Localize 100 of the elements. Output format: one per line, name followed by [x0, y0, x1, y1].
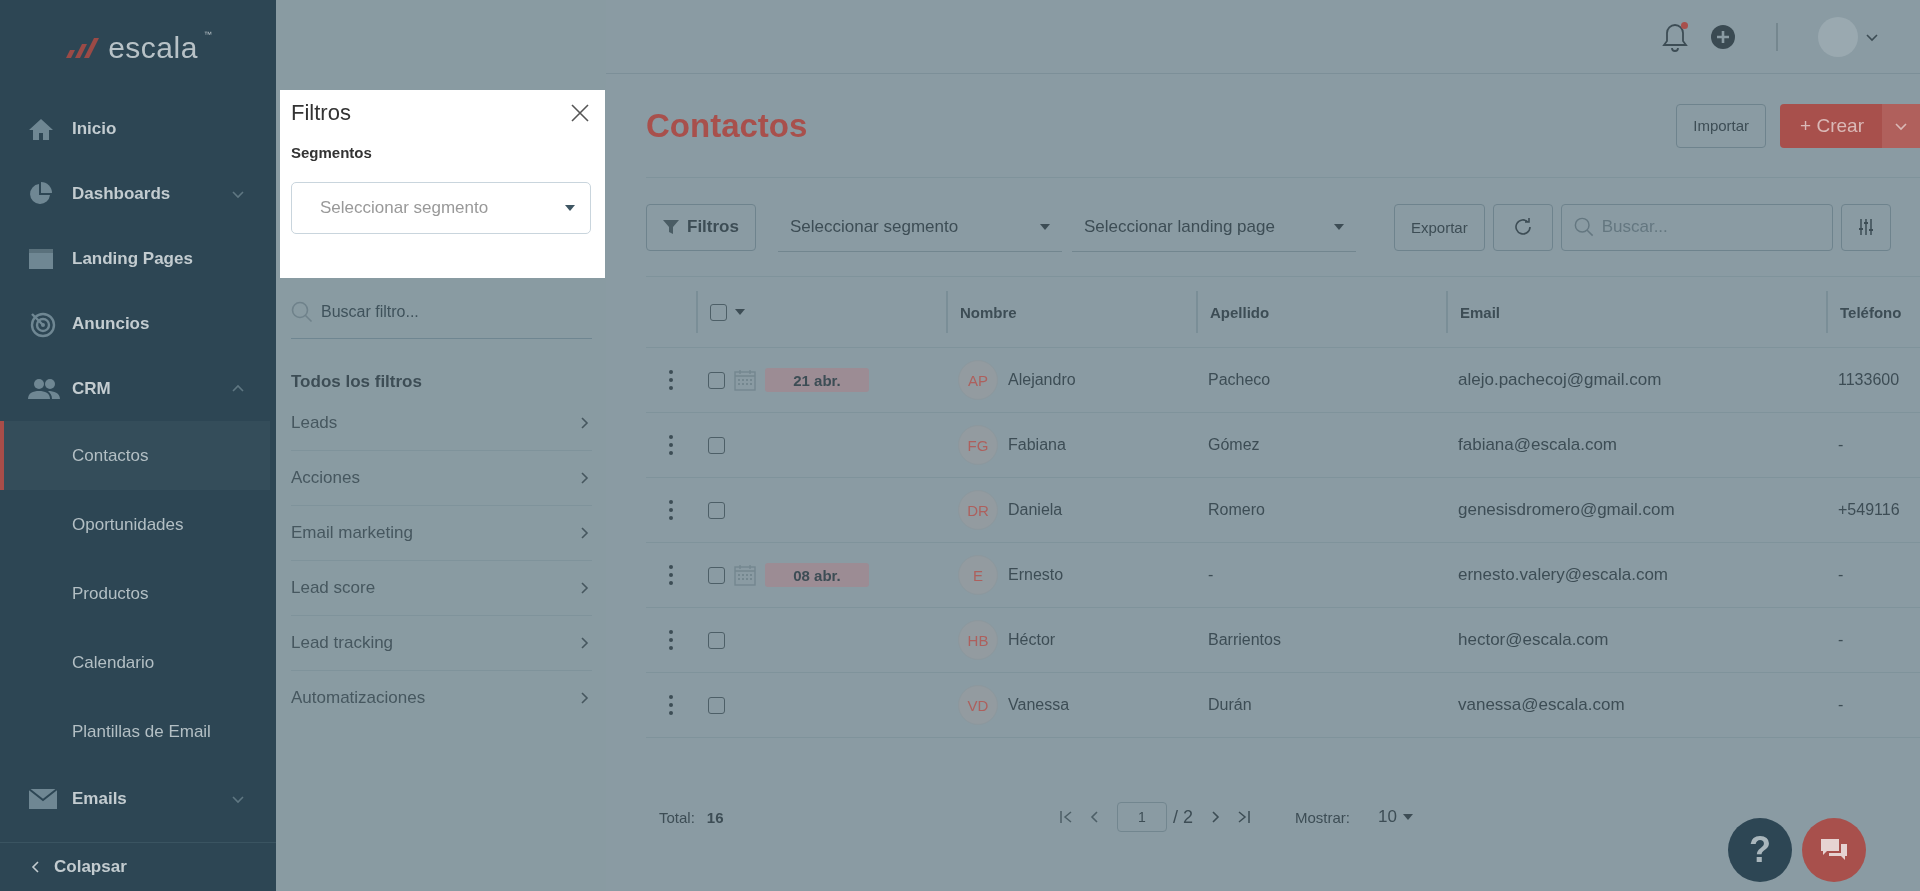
table-cell: - [1208, 566, 1214, 583]
search-icon [291, 301, 313, 323]
table-cell: 1133600 [1838, 371, 1900, 388]
more-options-icon[interactable] [668, 564, 674, 586]
table-cell: Ernesto [1008, 566, 1064, 584]
table-cell: Héctor [1008, 631, 1056, 649]
bell-icon[interactable] [1662, 21, 1688, 52]
home-icon [28, 116, 54, 141]
more-options-icon[interactable] [668, 694, 674, 716]
refresh-button[interactable] [1492, 203, 1553, 251]
refresh-icon [1512, 217, 1533, 237]
first-page-icon[interactable] [1059, 810, 1073, 824]
sidebar-subitem[interactable]: Oportunidades [0, 490, 270, 559]
page-size-label: Mostrar: [1295, 808, 1351, 826]
close-button[interactable] [569, 102, 591, 124]
total-count: 16 [706, 808, 724, 826]
checkbox[interactable] [708, 696, 725, 714]
import-button[interactable]: Importar [1676, 103, 1767, 148]
sidebar-subitem[interactable]: Calendario [0, 628, 270, 697]
checkbox[interactable] [708, 371, 725, 389]
sidebar-subitem[interactable]: Contactos [0, 421, 270, 490]
date-badge: 21 abr. [765, 368, 869, 392]
segment-dropdown[interactable]: Seleccionar segmento [291, 182, 591, 234]
column-header[interactable]: Apellido [1210, 303, 1270, 321]
total-label: Total: [659, 808, 695, 826]
search-field[interactable]: Buscar filtro... [291, 286, 592, 339]
sidebar-subitem[interactable]: Productos [0, 559, 270, 628]
table-cell: Alejandro [1008, 371, 1076, 389]
checkbox[interactable] [708, 436, 725, 454]
avatar-initials: DR [958, 490, 998, 530]
more-options-icon[interactable] [668, 434, 674, 456]
export-button[interactable]: Exportar [1393, 203, 1485, 251]
sidebar-item[interactable]: Anuncios [0, 291, 276, 356]
sidebar-item[interactable]: Emails [0, 766, 276, 831]
caret-icon [1039, 223, 1050, 230]
avatar-initials: AP [958, 360, 998, 400]
people-icon [28, 377, 60, 400]
table-cell: Gómez [1208, 436, 1260, 453]
caret-icon [1333, 223, 1344, 230]
filter-category[interactable]: Email marketing [291, 506, 592, 561]
table-cell: Barrientos [1208, 631, 1281, 648]
table-cell: Daniela [1008, 501, 1063, 519]
checkbox[interactable] [710, 303, 727, 321]
caret-icon [1402, 814, 1413, 820]
table-cell: alejo.pachecoj@gmail.com [1458, 370, 1662, 389]
filter-category[interactable]: Automatizaciones [291, 671, 592, 725]
avatar-initials: VD [958, 685, 998, 725]
filters-button[interactable]: Filtros [646, 203, 756, 251]
table-cell: Vanessa [1008, 696, 1070, 714]
help-button[interactable]: ? [1728, 818, 1792, 882]
table-cell: hector@escala.com [1458, 630, 1609, 649]
more-options-icon[interactable] [668, 369, 674, 391]
last-page-icon[interactable] [1237, 810, 1251, 824]
sidebar-item[interactable]: Inicio [0, 96, 276, 161]
field-label: Segmentos [291, 144, 373, 161]
trademark-sign: ™ [203, 30, 212, 39]
more-options-icon[interactable] [668, 499, 674, 521]
sidebar-subitem[interactable]: Plantillas de Email [0, 697, 270, 766]
table-cell: Pacheco [1208, 371, 1271, 388]
close-icon [571, 104, 589, 122]
checkbox[interactable] [708, 501, 725, 519]
landing-page-dropdown[interactable]: Seleccionar landing page [1071, 202, 1356, 252]
filter-category[interactable]: Acciones [291, 451, 592, 506]
table-cell: +549116 [1838, 501, 1900, 518]
page-input[interactable]: 1 [1117, 802, 1167, 832]
sliders-icon [1856, 218, 1875, 236]
caret-icon[interactable] [735, 309, 745, 315]
table-cell: vanessa@escala.com [1458, 695, 1625, 714]
filter-category[interactable]: Lead score [291, 561, 592, 616]
browser-window-icon [28, 247, 54, 270]
section-title: Todos los filtros [291, 372, 423, 392]
avatar-initials: FG [958, 425, 998, 465]
page-title: Contactos [646, 106, 808, 145]
segment-dropdown[interactable]: Seleccionar segmento [777, 202, 1062, 252]
avatar-initials: HB [958, 620, 998, 660]
column-settings-button[interactable] [1840, 203, 1891, 251]
table-cell: ernesto.valery@escala.com [1458, 565, 1668, 584]
table-cell: - [1838, 566, 1844, 583]
sidebar-item[interactable]: Landing Pages [0, 226, 276, 291]
table-cell: Romero [1208, 501, 1265, 518]
column-header[interactable]: Teléfono [1840, 303, 1902, 321]
page-size-dropdown[interactable]: 10 [1378, 807, 1413, 827]
avatar-initials: E [958, 555, 998, 595]
create-button[interactable]: + Crear [1780, 103, 1882, 148]
filter-category[interactable]: Lead tracking [291, 616, 592, 671]
table-cell: genesisdromero@gmail.com [1458, 500, 1675, 519]
sidebar-item[interactable]: CRM [0, 356, 276, 421]
column-header[interactable]: Nombre [960, 303, 1017, 321]
checkbox[interactable] [708, 631, 725, 649]
add-circle-icon[interactable] [1710, 23, 1736, 50]
more-options-icon[interactable] [668, 629, 674, 651]
table-cell: - [1838, 631, 1844, 648]
table-cell: fabiana@escala.com [1458, 435, 1617, 454]
column-header[interactable]: Email [1460, 303, 1501, 321]
caret-icon [565, 205, 575, 211]
filter-category[interactable]: Leads [291, 396, 592, 451]
checkbox[interactable] [708, 566, 725, 584]
create-dropdown-button[interactable] [1882, 103, 1920, 148]
sidebar-item[interactable]: Dashboards [0, 161, 276, 226]
search-icon [1573, 217, 1594, 237]
